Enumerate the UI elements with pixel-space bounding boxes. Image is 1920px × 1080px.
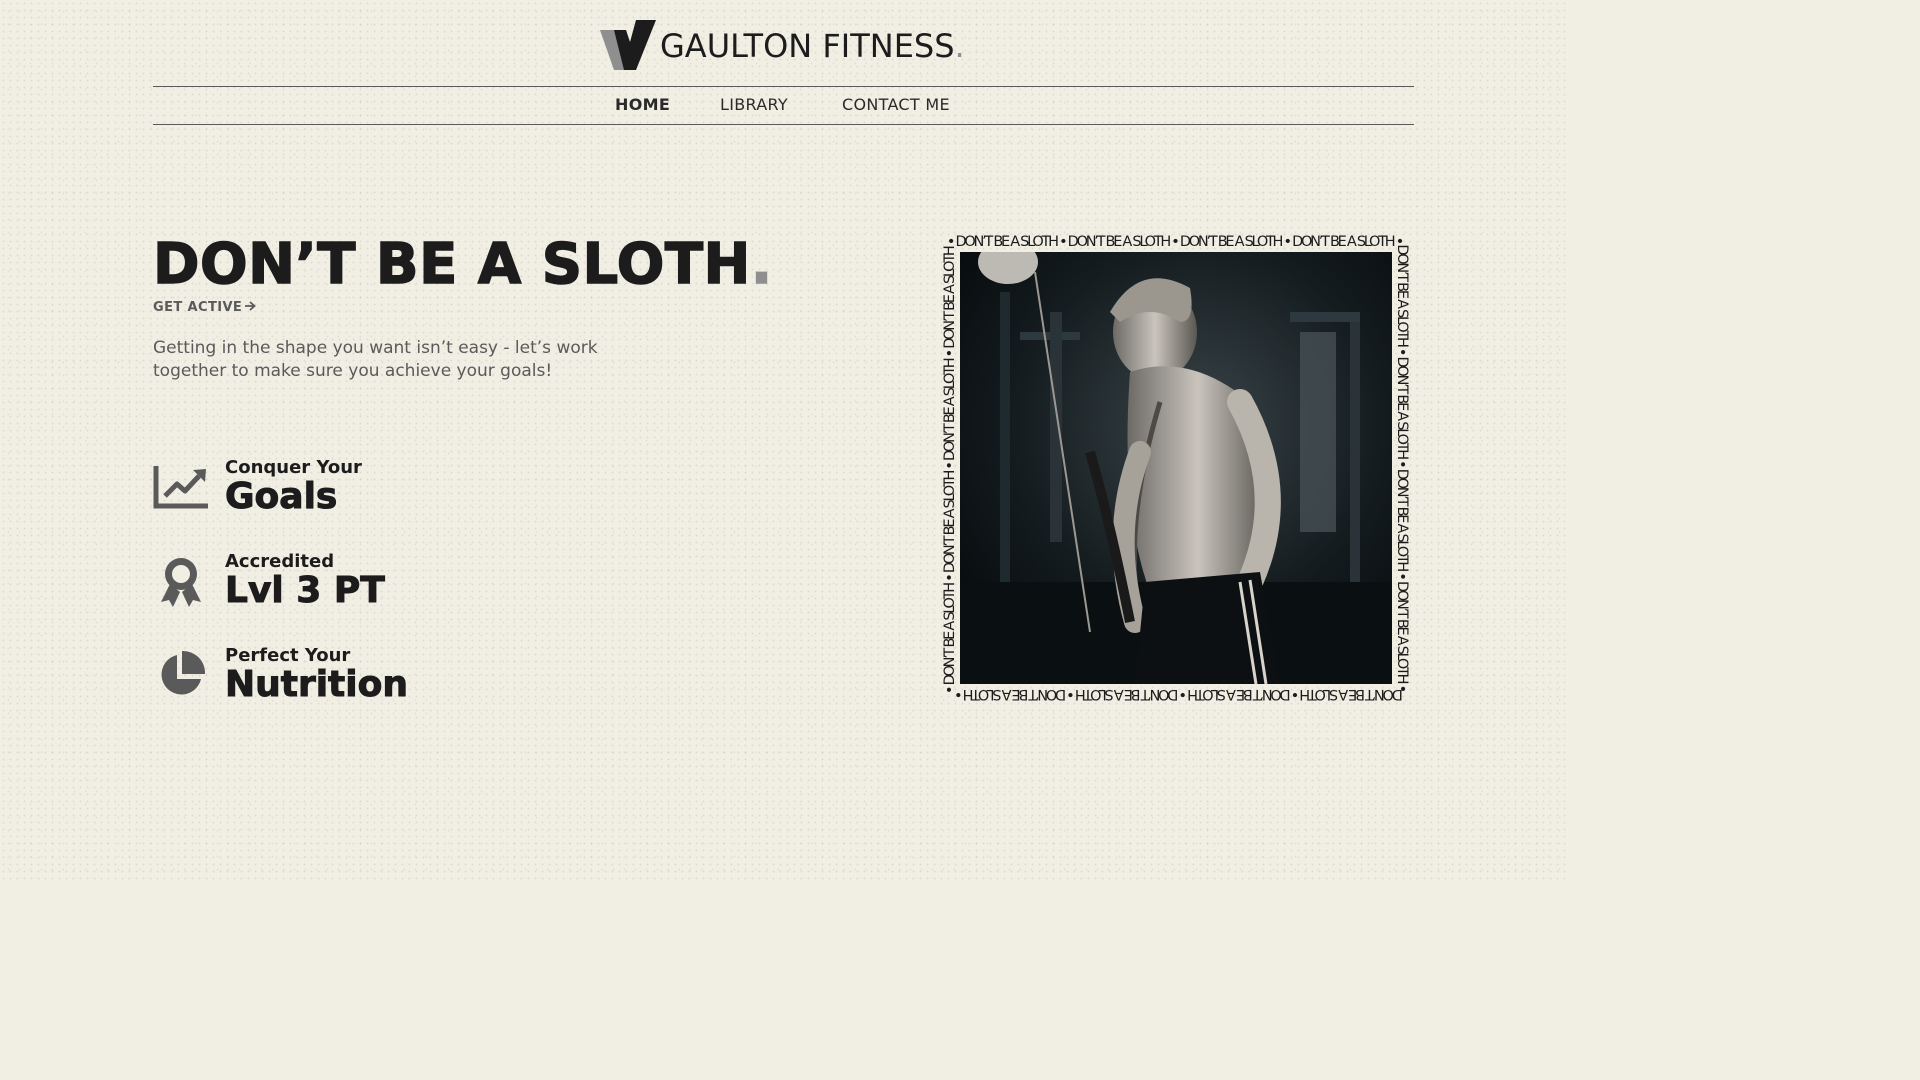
feature-goals: Conquer Your Goals (153, 452, 362, 522)
feature-nutrition-title: Nutrition (225, 663, 409, 705)
feature-accredited: Accredited Lvl 3 PT (153, 546, 385, 616)
main-nav: HOME LIBRARY CONTACT ME (153, 86, 1414, 125)
nav-home[interactable]: HOME (615, 95, 670, 114)
trending-up-chart-icon (153, 459, 209, 515)
feature-goals-title: Goals (225, 475, 338, 517)
hero-headline: DON’T BE A SLOTH. (152, 232, 773, 297)
hero-photo-frame: • DON’T BE A SLOTH • DON’T BE A SLOTH • … (938, 230, 1414, 706)
get-active-link[interactable]: GET ACTIVE (153, 300, 257, 315)
feature-nutrition-caption: Perfect Your (225, 644, 351, 666)
nav-library[interactable]: LIBRARY (720, 95, 788, 114)
gym-athlete-image (960, 252, 1392, 684)
feature-accredited-caption: Accredited (225, 550, 335, 572)
award-ribbon-icon (153, 553, 209, 609)
nav-contact-me[interactable]: CONTACT ME (842, 95, 950, 114)
brand-logo[interactable]: GAULTON FITNESS. (600, 20, 965, 70)
brand-name: GAULTON FITNESS. (660, 27, 965, 65)
get-active-label: GET ACTIVE (153, 300, 243, 315)
feature-goals-caption: Conquer Your (225, 456, 362, 478)
arrow-right-icon (245, 300, 257, 315)
feature-nutrition: Perfect Your Nutrition (153, 640, 408, 710)
hero-intro: Getting in the shape you want isn’t easy… (153, 338, 598, 381)
v-logo-icon (600, 20, 656, 70)
athlete-photo (960, 252, 1392, 684)
pie-chart-icon (153, 647, 209, 703)
feature-accredited-title: Lvl 3 PT (225, 569, 386, 611)
